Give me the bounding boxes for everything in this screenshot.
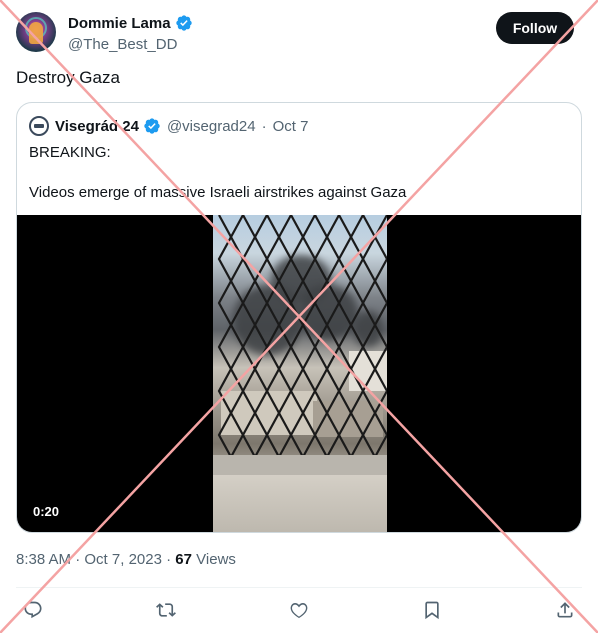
views-label: Views (196, 551, 236, 568)
quoted-meta-separator: · (261, 117, 267, 135)
tweet-text: Destroy Gaza (16, 68, 120, 87)
reply-icon (24, 601, 42, 619)
video-duration: 0:20 (27, 502, 66, 521)
follow-button[interactable]: Follow (496, 12, 574, 44)
tweet-time[interactable]: 8:38 AM (16, 551, 71, 568)
meta-separator: · (161, 551, 176, 568)
share-icon (557, 602, 573, 618)
balcony-floor (213, 475, 387, 532)
quoted-author-avatar[interactable] (29, 116, 49, 136)
like-icon (290, 603, 308, 619)
author-handle[interactable]: @The_Best_DD (68, 36, 193, 53)
quoted-tweet-text: BREAKING: Videos emerge of massive Israe… (29, 144, 407, 201)
quoted-author-handle[interactable]: @visegrad24 (167, 118, 256, 135)
avatar-figure (29, 22, 43, 44)
author-avatar[interactable] (16, 12, 56, 52)
quoted-tweet-header: Visegrád 24 @visegrad24 · Oct 7 (29, 115, 308, 137)
like-button[interactable] (288, 599, 310, 621)
tweet-metadata: 8:38 AM · Oct 7, 2023 · 67 Views (16, 551, 236, 568)
tweet-date[interactable]: Oct 7, 2023 (84, 551, 162, 568)
bookmark-button[interactable] (421, 599, 443, 621)
action-bar (22, 597, 576, 623)
retweet-icon (156, 603, 176, 617)
video-frame (213, 215, 387, 532)
meta-separator: · (71, 551, 85, 568)
author-display-name-row[interactable]: Dommie Lama (68, 14, 193, 32)
metal-fence (217, 215, 387, 458)
tweet-header: Dommie Lama @The_Best_DD Follow (16, 12, 574, 56)
quoted-tweet-card[interactable]: Visegrád 24 @visegrad24 · Oct 7 BREAKING… (16, 102, 582, 533)
bookmark-icon (425, 601, 439, 620)
author-name-block: Dommie Lama @The_Best_DD (68, 14, 193, 53)
share-button[interactable] (554, 599, 576, 621)
video-player[interactable]: 0:20 (17, 215, 581, 532)
balcony-ledge (213, 455, 387, 475)
verified-badge-icon (175, 15, 192, 31)
divider (16, 587, 582, 588)
author-display-name[interactable]: Dommie Lama (68, 15, 171, 32)
quoted-author-display-name[interactable]: Visegrád 24 (55, 118, 139, 135)
quoted-tweet-date[interactable]: Oct 7 (273, 118, 309, 135)
views-count: 67 (175, 551, 192, 568)
quoted-verified-badge-icon (144, 118, 160, 134)
retweet-button[interactable] (155, 599, 177, 621)
reply-button[interactable] (22, 599, 44, 621)
